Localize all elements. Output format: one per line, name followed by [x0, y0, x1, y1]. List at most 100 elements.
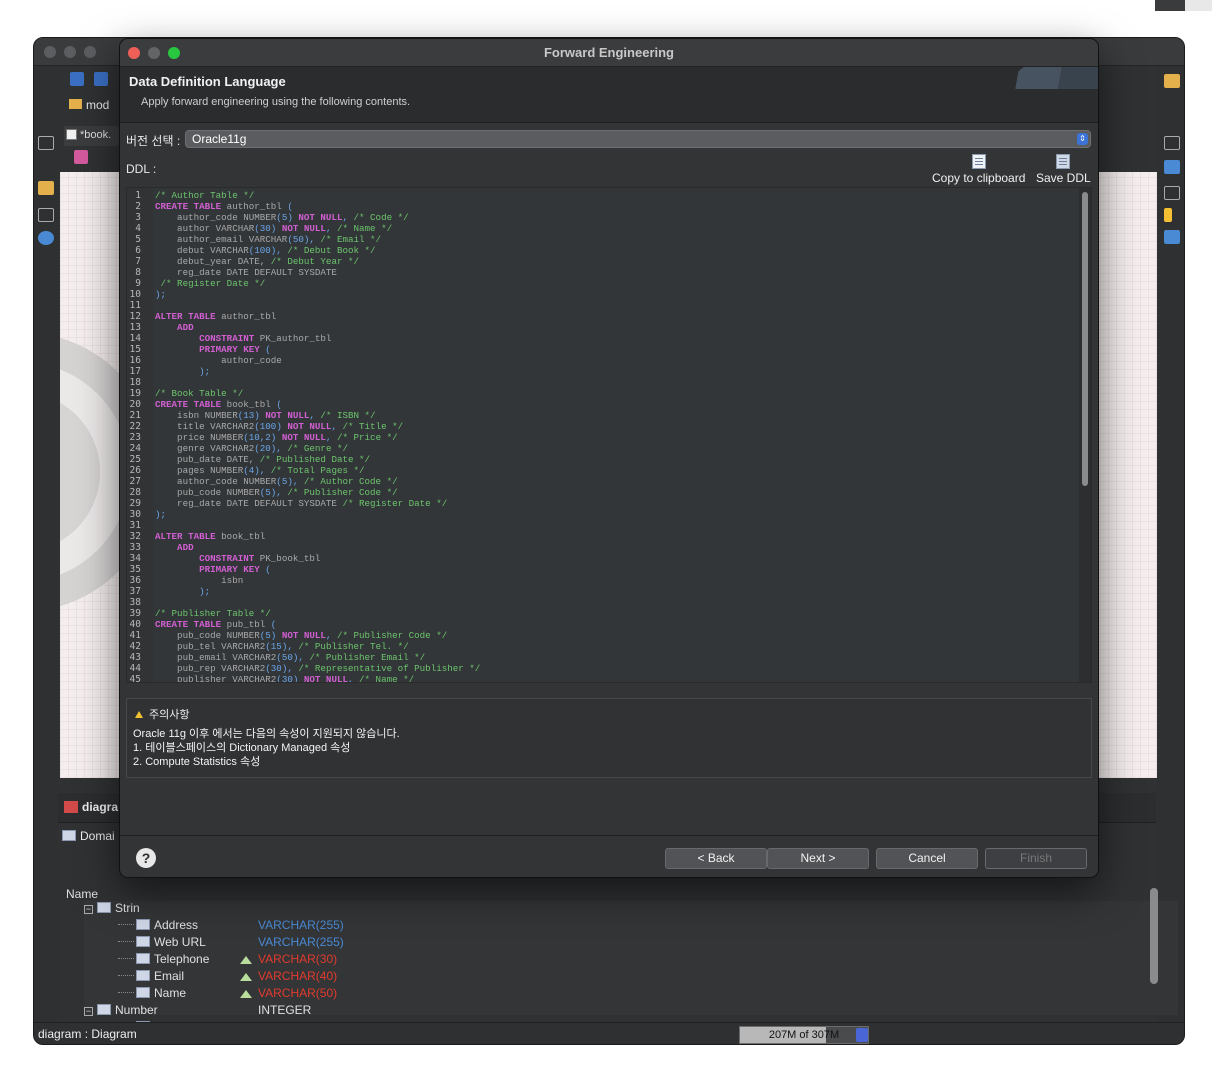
- restore-icon[interactable]: [1164, 136, 1180, 150]
- minimize-traffic-light[interactable]: [64, 46, 76, 58]
- tree-item[interactable]: − Number: [84, 1003, 158, 1020]
- domain-tree[interactable]: − Strin Address VARCHAR(255) Web URL VARCHAR(…: [84, 901, 1178, 1044]
- tree-item-label: Email: [154, 969, 185, 983]
- line-number: 44: [129, 663, 141, 674]
- tree-connector: [118, 992, 134, 993]
- editor-tab[interactable]: *book.: [64, 126, 120, 146]
- line-number: 8: [135, 267, 141, 278]
- collapse-toggle-icon[interactable]: −: [84, 905, 93, 914]
- code-token: ,: [331, 421, 343, 432]
- palette-view-icon[interactable]: [38, 231, 54, 245]
- status-text: diagram : Diagram: [38, 1027, 137, 1041]
- outline-icon[interactable]: [1164, 230, 1180, 244]
- code-token: 30: [259, 223, 271, 234]
- tree-item[interactable]: Web URL: [118, 935, 206, 952]
- package-explorer-icon[interactable]: [38, 181, 54, 195]
- code-token: title VARCHAR2: [155, 421, 255, 432]
- line-number: 22: [129, 421, 141, 432]
- new-element-icon[interactable]: [1164, 74, 1180, 88]
- code-token: ,: [309, 410, 321, 421]
- notice-title: 주의사항: [135, 706, 189, 722]
- line-number: 4: [135, 223, 141, 234]
- cancel-button[interactable]: Cancel: [876, 848, 978, 869]
- code-line: /* Publisher Table */: [155, 608, 271, 619]
- tree-item-type: VARCHAR(30): [258, 952, 338, 966]
- line-number: 32: [129, 531, 141, 542]
- dialog-header: Data Definition Language Apply forward e…: [120, 67, 1098, 123]
- column-header-name[interactable]: Name: [66, 887, 98, 901]
- code-token: 50: [292, 234, 304, 245]
- code-token: author_tbl: [215, 311, 277, 322]
- code-token: ADD: [155, 542, 194, 553]
- code-line: publisher VARCHAR2(30) NOT NULL, /* Name…: [155, 674, 414, 682]
- line-number: 35: [129, 564, 141, 575]
- tree-item[interactable]: Address: [118, 918, 198, 935]
- tree-item[interactable]: Telephone: [118, 952, 209, 969]
- restore-icon[interactable]: [38, 136, 54, 150]
- code-token: 20: [259, 443, 271, 454]
- code-line: isbn: [155, 575, 243, 586]
- tree-item[interactable]: Email: [118, 969, 184, 986]
- domain-tab[interactable]: Domai: [62, 829, 115, 843]
- code-token: ADD: [155, 322, 194, 333]
- code-token: NOT NULL: [276, 223, 326, 234]
- ddl-scrollbar-thumb[interactable]: [1082, 192, 1088, 486]
- help-button[interactable]: ?: [136, 848, 156, 868]
- save-all-icon[interactable]: [94, 72, 108, 89]
- finish-button[interactable]: Finish: [985, 848, 1087, 869]
- code-line: pub_tel VARCHAR2(15), /* Publisher Tel. …: [155, 641, 409, 652]
- next-button[interactable]: Next >: [767, 848, 869, 869]
- save-icon[interactable]: [70, 72, 84, 89]
- code-line: debut VARCHAR(100), /* Debut Book */: [155, 245, 376, 256]
- code-token: ,: [325, 630, 337, 641]
- collapse-toggle-icon[interactable]: −: [84, 1007, 93, 1016]
- code-line: price NUMBER(10,2) NOT NULL, /* Price */: [155, 432, 398, 443]
- code-token: (: [276, 399, 282, 410]
- line-number: 1: [135, 190, 141, 201]
- heap-status[interactable]: 207M of 307M: [739, 1026, 869, 1044]
- tree-connector: [118, 975, 134, 976]
- palette-icon[interactable]: [74, 150, 88, 164]
- domain-icon: [97, 1004, 111, 1015]
- code-token: ),: [270, 443, 288, 454]
- code-line: debut_year DATE, /* Debut Year */: [155, 256, 359, 267]
- line-number: 7: [135, 256, 141, 267]
- ddl-editor[interactable]: 1 2 3 4 5 6 7 8 9 10 11 12 13 14 15 16 17 18 19 20 21 22 23 24 2…: [126, 187, 1092, 685]
- diagram-tab[interactable]: diagra: [64, 800, 118, 814]
- code-token: 10,2: [248, 432, 271, 443]
- db-icon[interactable]: [1164, 208, 1172, 222]
- version-label: 버전 선택 :: [126, 134, 181, 148]
- version-select[interactable]: Oracle11g ⇕: [185, 130, 1091, 148]
- zoom-traffic-light[interactable]: [84, 46, 96, 58]
- monitor-icon[interactable]: [1164, 160, 1180, 174]
- line-number: 27: [129, 476, 141, 487]
- restore-icon[interactable]: [1164, 186, 1180, 200]
- line-number: 24: [129, 443, 141, 454]
- code-token: /* Publisher Tel. */: [298, 641, 409, 652]
- save-ddl-button[interactable]: Save DDL: [1036, 154, 1091, 185]
- code-token: /* Publisher Code */: [287, 487, 398, 498]
- tree-scrollbar[interactable]: [1150, 888, 1158, 984]
- code-token: /* Published Date */: [259, 454, 371, 465]
- tree-item-label: Address: [154, 918, 199, 932]
- restore-icon[interactable]: [38, 208, 54, 222]
- line-number: 31: [129, 520, 141, 531]
- copy-to-clipboard-button[interactable]: Copy to clipboard: [932, 154, 1025, 185]
- tree-item[interactable]: Name: [118, 986, 186, 1003]
- code-line: pub_code NUMBER(5) NOT NULL, /* Publishe…: [155, 630, 447, 641]
- line-number: 40: [129, 619, 141, 630]
- back-button[interactable]: < Back: [665, 848, 767, 869]
- line-number: 28: [129, 487, 141, 498]
- code-line: pages NUMBER(4), /* Total Pages */: [155, 465, 364, 476]
- notice-box: 주의사항 Oracle 11g 이후 에서는 다음의 속성이 지원되지 않습니다…: [126, 698, 1092, 778]
- code-token: author_email VARCHAR: [155, 234, 288, 245]
- trash-icon[interactable]: [856, 1028, 868, 1042]
- tree-item[interactable]: − Strin: [84, 901, 140, 918]
- code-token: /* Genre */: [287, 443, 348, 454]
- code-token: ,: [342, 212, 354, 223]
- code-token: PK_book_tbl: [254, 553, 321, 564]
- ddl-code[interactable]: /* Author Table */CREATE TABLE author_tb…: [153, 188, 1079, 682]
- close-traffic-light[interactable]: [44, 46, 56, 58]
- ddl-scrollbar[interactable]: [1079, 188, 1091, 682]
- code-token: pub_rep VARCHAR2: [155, 663, 266, 674]
